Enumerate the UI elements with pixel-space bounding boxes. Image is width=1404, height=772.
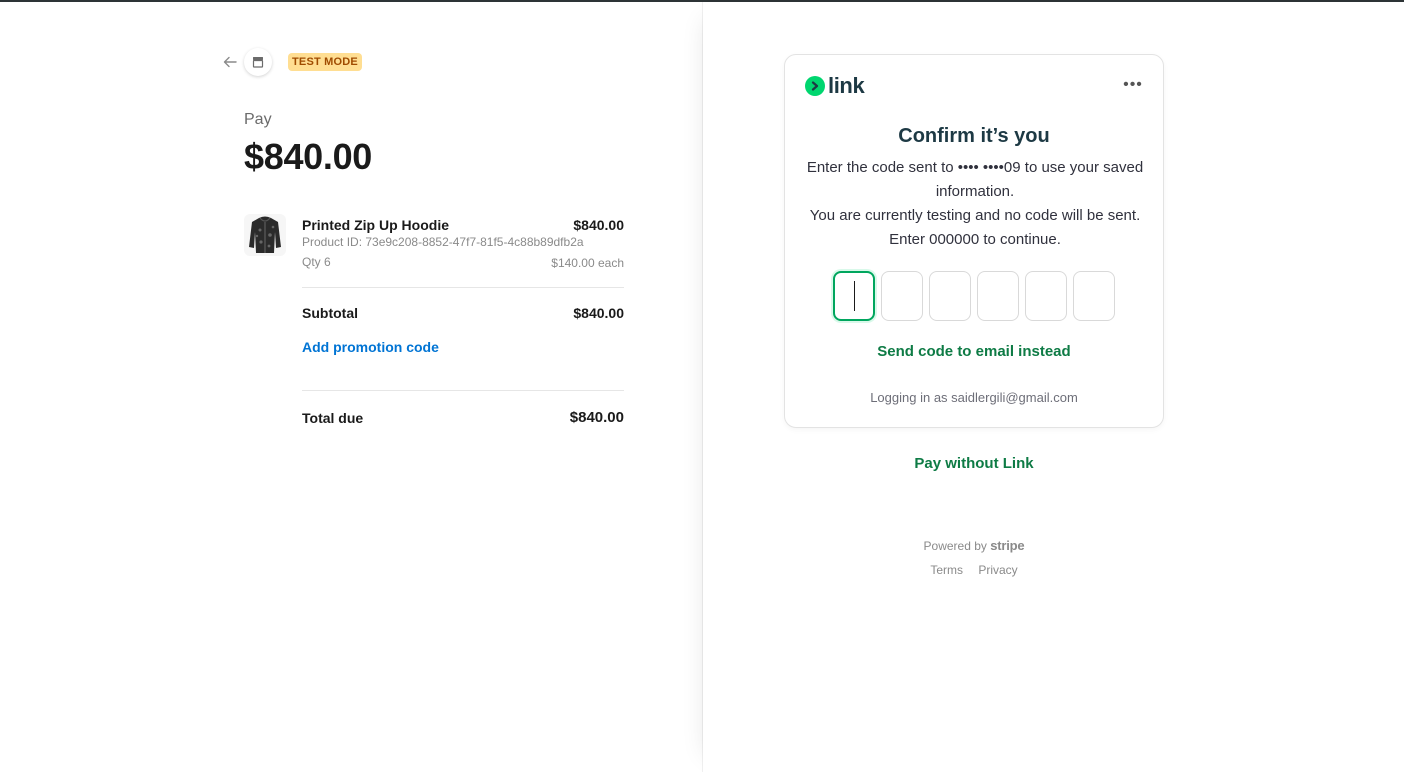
otp-digit-3[interactable] xyxy=(929,271,971,321)
logged-in-as-text: Logging in as saidlergili@gmail.com xyxy=(870,390,1078,405)
pay-label: Pay xyxy=(244,111,272,128)
otp-digit-5[interactable] xyxy=(1025,271,1067,321)
back-button[interactable] xyxy=(220,48,240,76)
product-thumbnail xyxy=(244,214,286,256)
order-summary-panel xyxy=(0,2,703,772)
test-mode-hint-text: You are currently testing and no code wi… xyxy=(809,207,1141,248)
send-code-to-email-button[interactable]: Send code to email instead xyxy=(785,343,1163,360)
store-icon xyxy=(252,57,264,68)
card-description: Enter the code sent to •••• ••••09 to us… xyxy=(805,156,1145,252)
more-options-button[interactable]: ••• xyxy=(1121,75,1145,95)
link-logo: link xyxy=(805,73,865,98)
otp-digit-6[interactable] xyxy=(1073,271,1115,321)
divider xyxy=(302,390,624,391)
total-due-label: Total due xyxy=(302,410,364,426)
link-chevron-icon xyxy=(805,76,825,96)
terms-link[interactable]: Terms xyxy=(930,563,963,577)
item-product-id: Product ID: 73e9c208-8852-47f7-81f5-4c88… xyxy=(302,235,584,249)
line-item: Printed Zip Up Hoodie $840.00 Product ID… xyxy=(244,214,624,274)
pay-amount: $840.00 xyxy=(244,136,373,177)
pay-without-link-button[interactable]: Pay without Link xyxy=(784,455,1164,472)
add-promotion-code-button[interactable]: Add promotion code xyxy=(302,339,439,355)
item-name: Printed Zip Up Hoodie xyxy=(302,217,449,233)
test-mode-badge: TEST MODE xyxy=(288,53,362,71)
otp-digit-4[interactable] xyxy=(977,271,1019,321)
total-due-value: $840.00 xyxy=(569,409,624,426)
item-unit-price: $140.00 each xyxy=(551,256,624,270)
powered-by-text: Powered by xyxy=(923,539,987,553)
footer-links: Terms Privacy xyxy=(784,563,1164,577)
link-brand-text: link xyxy=(828,73,865,98)
otp-digit-1[interactable] xyxy=(833,271,875,321)
item-quantity: Qty 6 xyxy=(302,255,331,269)
otp-digit-2[interactable] xyxy=(881,271,923,321)
stripe-logo: stripe xyxy=(990,538,1025,553)
card-title: Confirm it’s you xyxy=(898,125,1050,147)
powered-by-stripe: Powered by stripe xyxy=(784,538,1164,553)
hoodie-image xyxy=(249,216,281,253)
header-nav: TEST MODE xyxy=(220,48,362,76)
more-horizontal-icon: ••• xyxy=(1123,76,1143,93)
divider xyxy=(302,287,624,288)
subtotal-value: $840.00 xyxy=(573,305,624,321)
code-sent-text: Enter the code sent to •••• ••••09 to us… xyxy=(806,159,1144,200)
item-price: $840.00 xyxy=(573,217,624,233)
privacy-link[interactable]: Privacy xyxy=(978,563,1017,577)
store-logo xyxy=(244,48,272,76)
otp-input-group xyxy=(833,271,1115,321)
link-verification-card: link ••• Confirm it’s you Enter the code… xyxy=(784,54,1164,428)
text-cursor xyxy=(853,281,855,311)
subtotal-label: Subtotal xyxy=(302,305,358,321)
arrow-left-icon xyxy=(223,56,237,68)
